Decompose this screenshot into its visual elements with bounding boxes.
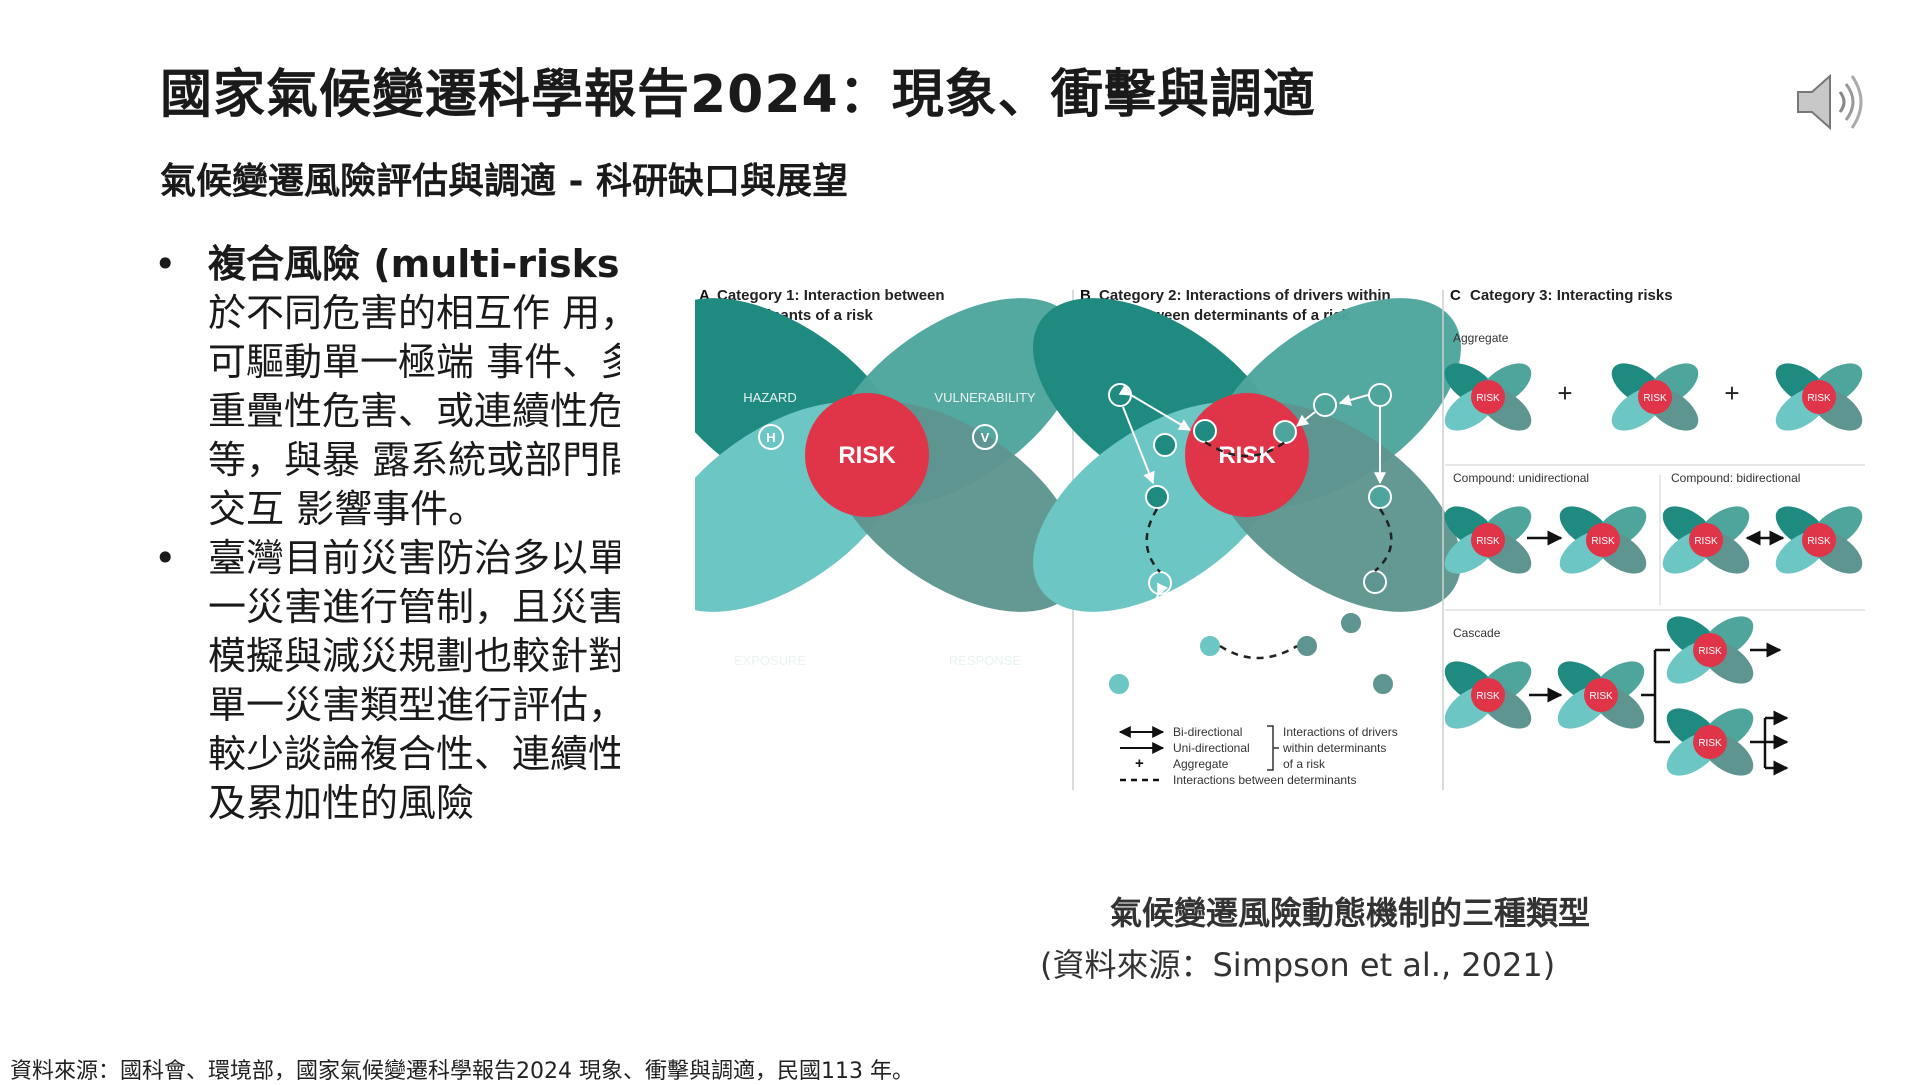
mini-risk-icon: RISK	[1557, 661, 1645, 729]
mini-risk-label: RISK	[1591, 536, 1615, 547]
svg-text:Aggregate: Aggregate	[1453, 331, 1509, 345]
footer-source: 資料來源：國科會、環境部，國家氣候變遷科學報告2024 現象、衝擊與調適，民國1…	[10, 1059, 914, 1084]
mini-risk-label: RISK	[1476, 536, 1500, 547]
bullet-text: 臺灣目前災害防治多以單一災害進行管制，且災害模擬與減災規劃也較針對單一災害類型進…	[208, 536, 620, 825]
svg-text:C: C	[1450, 287, 1461, 304]
mini-risk-icon: RISK	[1559, 506, 1647, 574]
mini-risk-icon: RISK	[1444, 661, 1532, 729]
svg-text:Bi-directional: Bi-directional	[1173, 725, 1242, 739]
panel-c: C Category 3: Interacting risks Aggregat…	[1444, 287, 1865, 776]
slide-subtitle: 氣候變遷風險評估與調適 - 科研缺口與展望	[160, 161, 849, 202]
svg-text:Cascade: Cascade	[1453, 626, 1501, 640]
svg-text:RESPONSE: RESPONSE	[949, 653, 1022, 668]
svg-text:Interactions between determina: Interactions between determinants	[1173, 773, 1356, 787]
svg-text:HAZARD: HAZARD	[743, 390, 796, 405]
svg-text:Aggregate: Aggregate	[1173, 757, 1229, 771]
svg-text:+: +	[1135, 755, 1144, 772]
bullet-item-taiwan: 臺灣目前災害防治多以單一災害進行管制，且災害模擬與減災規劃也較針對單一災害類型進…	[150, 534, 620, 828]
svg-text:Uni-directional: Uni-directional	[1173, 741, 1250, 755]
mini-risk-icon: RISK	[1444, 363, 1532, 431]
risk-figure: A Category 1: Interaction between determ…	[695, 287, 1865, 790]
panel-b-legend: + Bi-directional Uni-directional Aggrega…	[1118, 725, 1398, 787]
mini-risk-label: RISK	[1694, 536, 1718, 547]
mini-risk-icon: RISK	[1775, 506, 1863, 574]
svg-text:RISK: RISK	[838, 442, 896, 469]
panel-b: B Category 2: Interactions of drivers wi…	[1033, 287, 1461, 787]
svg-text:Category 3: Interacting risks: Category 3: Interacting risks	[1470, 287, 1673, 304]
mini-risk-icon: RISK	[1666, 708, 1754, 776]
figure-caption-source: (資料來源：Simpson et al., 2021)	[1040, 946, 1556, 984]
mini-risk-icon: RISK	[1775, 363, 1863, 431]
svg-text:within determinants: within determinants	[1282, 741, 1386, 755]
mini-risk-label: RISK	[1807, 536, 1831, 547]
mini-risk-label: RISK	[1698, 646, 1722, 657]
svg-text:+: +	[1557, 378, 1572, 408]
mini-risk-label: RISK	[1476, 393, 1500, 404]
mini-risk-icon: RISK	[1666, 616, 1754, 684]
mini-risk-label: RISK	[1698, 738, 1722, 749]
svg-text:Interactions of drivers: Interactions of drivers	[1283, 725, 1398, 739]
svg-text:EXPOSURE: EXPOSURE	[734, 653, 807, 668]
bullet-item-multi-risks: 複合風險 (multi-risks)源於不同危害的相互作 用，其可驅動單一極端 …	[150, 240, 620, 534]
bullet-list: 複合風險 (multi-risks)源於不同危害的相互作 用，其可驅動單一極端 …	[150, 240, 620, 940]
mini-risk-icon: RISK	[1662, 506, 1750, 574]
svg-text:+: +	[1724, 378, 1739, 408]
mini-risk-label: RISK	[1589, 691, 1613, 702]
figure-caption-title: 氣候變遷風險動態機制的三種類型	[1110, 894, 1591, 932]
svg-text:E: E	[767, 628, 776, 643]
mini-risk-label: RISK	[1643, 393, 1667, 404]
svg-text:R: R	[980, 628, 990, 643]
svg-text:Compound: unidirectional: Compound: unidirectional	[1453, 471, 1589, 485]
bullet-bold-term: 複合風險 (multi-risks)	[208, 242, 620, 286]
svg-text:Category 1: Interaction betwee: Category 1: Interaction between	[717, 287, 945, 304]
svg-text:of a risk: of a risk	[1283, 757, 1326, 771]
mini-risk-label: RISK	[1807, 393, 1831, 404]
mini-risk-icon: RISK	[1611, 363, 1699, 431]
mini-risk-icons: RISK RISK RISK RISK RISK RISK RISK RISK RISK RISK…	[1444, 363, 1863, 776]
svg-text:V: V	[981, 430, 990, 445]
mini-risk-label: RISK	[1476, 691, 1500, 702]
svg-text:VULNERABILITY: VULNERABILITY	[934, 390, 1035, 405]
slide-title: 國家氣候變遷科學報告2024：現象、衝擊與調適	[160, 65, 1316, 125]
svg-text:Compound: bidirectional: Compound: bidirectional	[1671, 471, 1800, 485]
svg-text:H: H	[766, 430, 775, 445]
svg-text:Category 2: Interactions of dr: Category 2: Interactions of drivers with…	[1099, 287, 1391, 304]
audio-speaker-icon[interactable]	[1790, 62, 1870, 142]
